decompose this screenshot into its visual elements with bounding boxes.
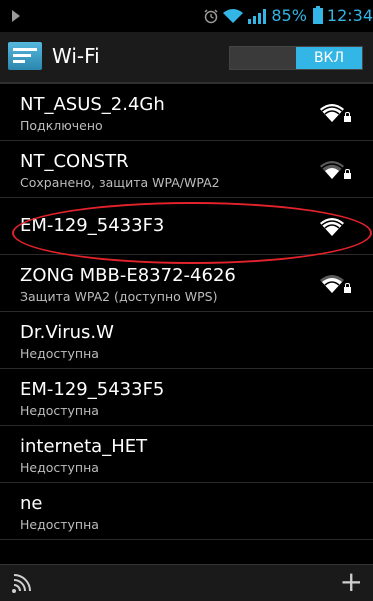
wifi-signal-icon — [320, 161, 344, 179]
network-item[interactable]: ne Недоступна — [0, 483, 373, 540]
wifi-signal-icon — [320, 275, 344, 293]
battery-percent: 85% — [271, 6, 307, 25]
network-item[interactable]: Dr.Virus.W Недоступна — [0, 312, 373, 369]
wifi-signal-icon — [320, 218, 344, 236]
lock-icon — [344, 112, 351, 122]
network-name: EM-129_5433F3 — [20, 215, 165, 236]
status-indicators: 85% 12:34 — [203, 6, 373, 26]
network-name: ne — [20, 493, 43, 514]
lock-icon — [344, 283, 351, 293]
status-bar: 85% 12:34 — [0, 0, 373, 32]
network-name: NT_CONSTR — [20, 151, 129, 172]
network-list: NT_ASUS_2.4Gh Подключено NT_CONSTR Сохра… — [0, 84, 373, 540]
battery-icon — [312, 6, 323, 24]
network-item[interactable]: interneta_HET Недоступна — [0, 426, 373, 483]
network-status: Недоступна — [20, 460, 99, 475]
network-name: EM-129_5433F5 — [20, 379, 165, 400]
wps-icon[interactable] — [10, 573, 32, 595]
network-name: Dr.Virus.W — [20, 322, 114, 343]
network-name: ZONG MBB-E8372-4626 — [20, 265, 236, 286]
network-status: Недоступна — [20, 517, 99, 532]
network-item[interactable]: NT_CONSTR Сохранено, защита WPA/WPA2 — [0, 141, 373, 198]
wifi-signal-icon — [320, 104, 344, 122]
wifi-settings-icon[interactable] — [8, 42, 42, 70]
wifi-status-icon — [223, 9, 244, 23]
network-status: Недоступна — [20, 403, 99, 418]
signal-icon — [248, 9, 267, 24]
bottom-bar: + — [0, 564, 373, 601]
network-name: NT_ASUS_2.4Gh — [20, 94, 165, 115]
network-status: Недоступна — [20, 346, 99, 361]
network-item[interactable]: NT_ASUS_2.4Gh Подключено — [0, 84, 373, 141]
action-bar: Wi-Fi ВКЛ — [0, 32, 373, 84]
media-play-icon — [12, 10, 20, 22]
network-item[interactable]: EM-129_5433F5 Недоступна — [0, 369, 373, 426]
network-item[interactable]: EM-129_5433F3 — [0, 198, 373, 255]
add-network-button[interactable]: + — [340, 567, 363, 597]
lock-icon — [344, 169, 351, 179]
network-status: Подключено — [20, 118, 103, 133]
network-item[interactable]: ZONG MBB-E8372-4626 Защита WPA2 (доступн… — [0, 255, 373, 312]
wifi-toggle-on-label: ВКЛ — [296, 47, 362, 69]
alarm-icon — [204, 9, 218, 24]
network-status: Сохранено, защита WPA/WPA2 — [20, 175, 220, 190]
wifi-toggle[interactable]: ВКЛ — [229, 46, 363, 70]
network-name: interneta_HET — [20, 436, 148, 457]
network-status: Защита WPA2 (доступно WPS) — [20, 289, 218, 304]
page-title: Wi-Fi — [52, 44, 100, 68]
clock: 12:34 — [326, 6, 373, 25]
